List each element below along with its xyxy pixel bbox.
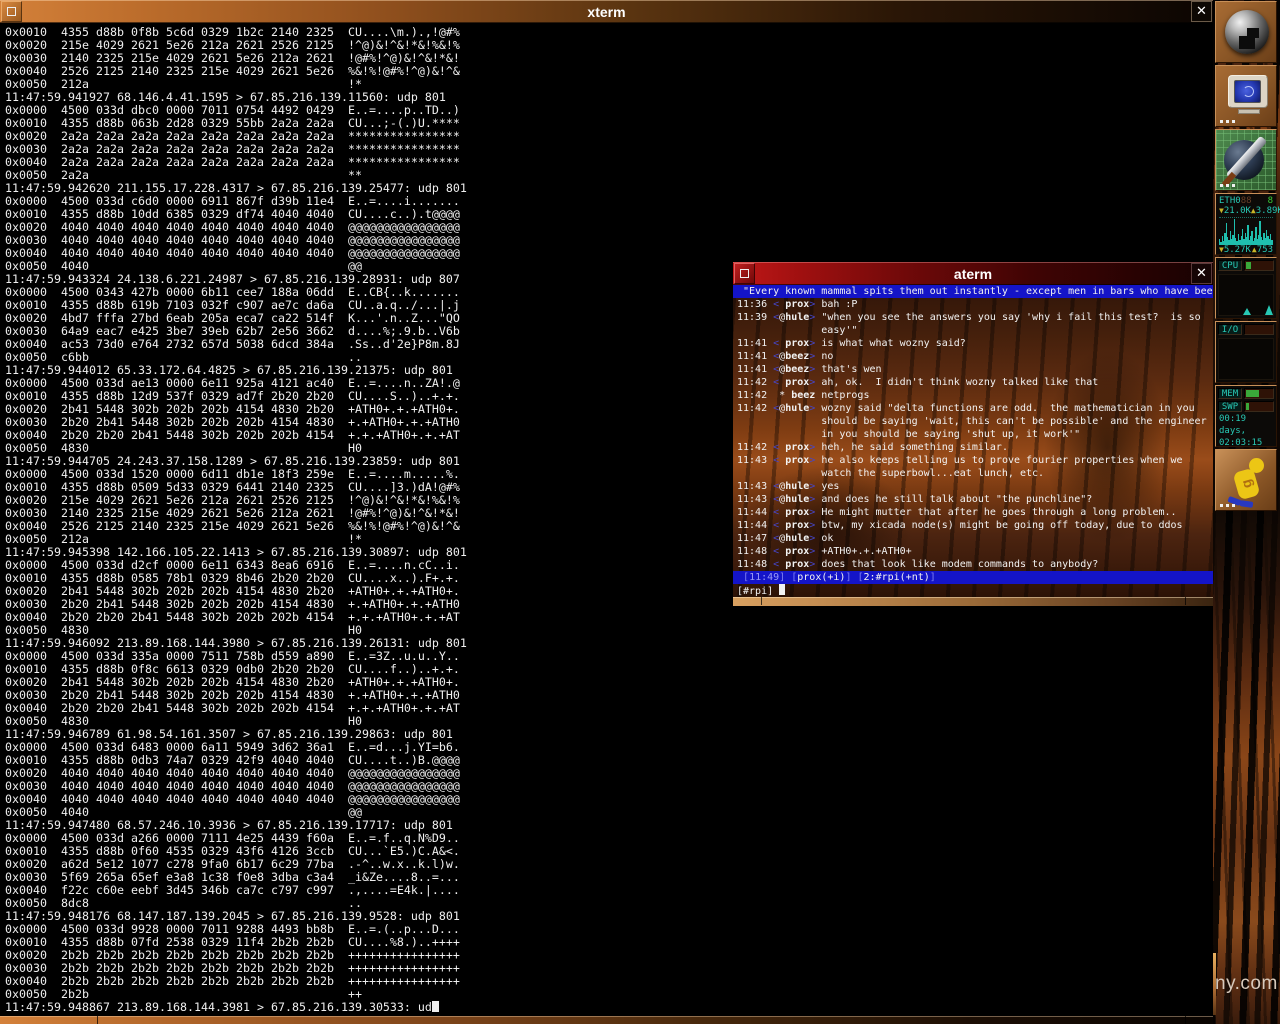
netmon-header: ETH0 88 8 <box>1219 196 1273 206</box>
aterm-window-title: aterm <box>733 266 1213 282</box>
irc-message: 11:43 <@hule> yes <box>737 480 1213 493</box>
cpu-usage-bar <box>1244 260 1274 271</box>
wallpaper-watermark: ny.com <box>1215 973 1278 995</box>
irc-message: 11:42 <@hule> wozny said "delta function… <box>737 402 1213 415</box>
irc-action-message: 11:42 * beez netprogs <box>737 389 1213 402</box>
irc-message: 11:44 < prox> He might mutter that after… <box>737 506 1213 519</box>
aterm-resizebar[interactable] <box>733 597 1213 606</box>
irc-message: 11:42 < prox> heh, he said something sim… <box>737 441 1213 454</box>
swap-label: SWP <box>1218 401 1242 412</box>
terminal-line: 11:47:59.948867 213.89.168.144.3981 > 67… <box>5 1001 1213 1014</box>
irc-message: 11:36 < prox> bah :P <box>737 298 1213 311</box>
irc-input-line[interactable]: [#rpi] <box>737 584 1213 597</box>
netmon-flag: 8 <box>1268 196 1273 206</box>
cpu-label: CPU <box>1218 260 1242 271</box>
irc-message: 11:48 < prox> does that look like modem … <box>737 558 1213 571</box>
irc-message: 11:39 <@hule> "when you see the answers … <box>737 311 1213 324</box>
io-history-graph <box>1218 338 1274 380</box>
mem-label: MEM <box>1218 388 1242 399</box>
irc-message: 11:43 < prox> he also keeps telling us t… <box>737 454 1213 467</box>
irc-message: 11:43 <@hule> and does he still talk abo… <box>737 493 1213 506</box>
netmon-interface-label: ETH0 <box>1219 196 1241 206</box>
netmon-rx-total: 5.27K <box>1224 245 1251 255</box>
dock-tile-gnustep[interactable] <box>1215 1 1277 63</box>
close-icon: ✕ <box>1196 4 1207 19</box>
cpu-history-graph <box>1218 274 1274 316</box>
computer-monitor-icon <box>1228 75 1268 108</box>
running-indicator-dots <box>1220 120 1223 123</box>
mem-usage-bar <box>1244 388 1274 399</box>
irc-message: 11:41 < prox> is what what wozny said? <box>737 337 1213 350</box>
xterm-titlebar[interactable]: xterm ✕ <box>0 0 1213 23</box>
netmon-rates: ▼ 21.0K ▲ 3.89K <box>1219 206 1273 216</box>
dock-io-monitor[interactable]: I/O <box>1215 321 1277 383</box>
irc-message: 11:47 <@hule> ok <box>737 532 1213 545</box>
xterm-close-button[interactable]: ✕ <box>1191 1 1212 22</box>
irc-message: 11:41 <@beez> no <box>737 350 1213 363</box>
xterm-window-title: xterm <box>0 4 1213 20</box>
swap-usage-bar <box>1244 401 1274 412</box>
irc-message: 11:42 < prox> ah, ok. I didn't think woz… <box>737 376 1213 389</box>
running-indicator-dots <box>1220 504 1223 507</box>
netmon-traffic-graph <box>1219 217 1273 245</box>
io-label: I/O <box>1218 324 1242 335</box>
dock-tile-sphere-blade[interactable] <box>1215 129 1277 191</box>
terminal-cursor <box>432 1001 439 1012</box>
irc-message: 11:48 < prox> +ATH0+.+.+ATH0+ <box>737 545 1213 558</box>
irc-chat-area[interactable]: "Every known mammal spits them out insta… <box>733 285 1213 597</box>
desktop: ny.com xterm ✕ 0x0010 4355 d88b 0f8b 5c6… <box>0 0 1280 1024</box>
irc-message: 11:44 < prox> btw, my xicada node(s) mig… <box>737 519 1213 532</box>
uptime-days: 00:19 days, <box>1216 413 1276 437</box>
running-indicator-dots <box>1220 184 1223 187</box>
aterm-titlebar[interactable]: aterm ✕ <box>733 262 1213 285</box>
dock-network-monitor[interactable]: ETH0 88 8 ▼ 21.0K ▲ 3.89K ▼ 5.27K ▲ 753 <box>1215 193 1277 255</box>
gnustep-icon <box>1225 10 1269 54</box>
uptime-clock: 02:03:15 <box>1216 437 1276 449</box>
aterm-close-button[interactable]: ✕ <box>1191 263 1212 284</box>
irc-message-continuation: in you should be saying 'shut up, it wor… <box>737 428 1213 441</box>
netmon-tx-rate: 3.89K <box>1256 206 1280 216</box>
aterm-window: aterm ✕ "Every known mammal spits them o… <box>733 262 1213 606</box>
dock-memory-monitor[interactable]: MEM SWP 00:19 days, 02:03:15 <box>1215 385 1277 447</box>
netmon-counter: 88 <box>1241 196 1252 206</box>
netmon-tx-total: 753 <box>1257 245 1273 255</box>
irc-cursor <box>779 584 785 595</box>
close-icon: ✕ <box>1196 266 1207 281</box>
io-usage-bar <box>1244 324 1274 335</box>
xterm-resizebar[interactable] <box>0 1016 1213 1024</box>
irc-message-continuation: should be saying 'wait, this can't be po… <box>737 415 1213 428</box>
irc-message: 11:41 <@beez> that's wen <box>737 363 1213 376</box>
dock-tile-monitor[interactable] <box>1215 65 1277 127</box>
netmon-rx-rate: 21.0K <box>1224 206 1251 216</box>
irc-status-bar: [11:49] [prox(+i)] [2:#rpi(+nt)] <box>733 571 1213 584</box>
irc-topic-line: "Every known mammal spits them out insta… <box>733 285 1213 298</box>
irc-message-continuation: easy'" <box>737 324 1213 337</box>
irc-message-continuation: watch the superbowl...eat lunch, etc. <box>737 467 1213 480</box>
dock-tile-buddy[interactable]: g <box>1215 449 1277 511</box>
dock-cpu-monitor[interactable]: CPU <box>1215 257 1277 319</box>
netmon-totals: ▼ 5.27K ▲ 753 <box>1219 245 1273 255</box>
